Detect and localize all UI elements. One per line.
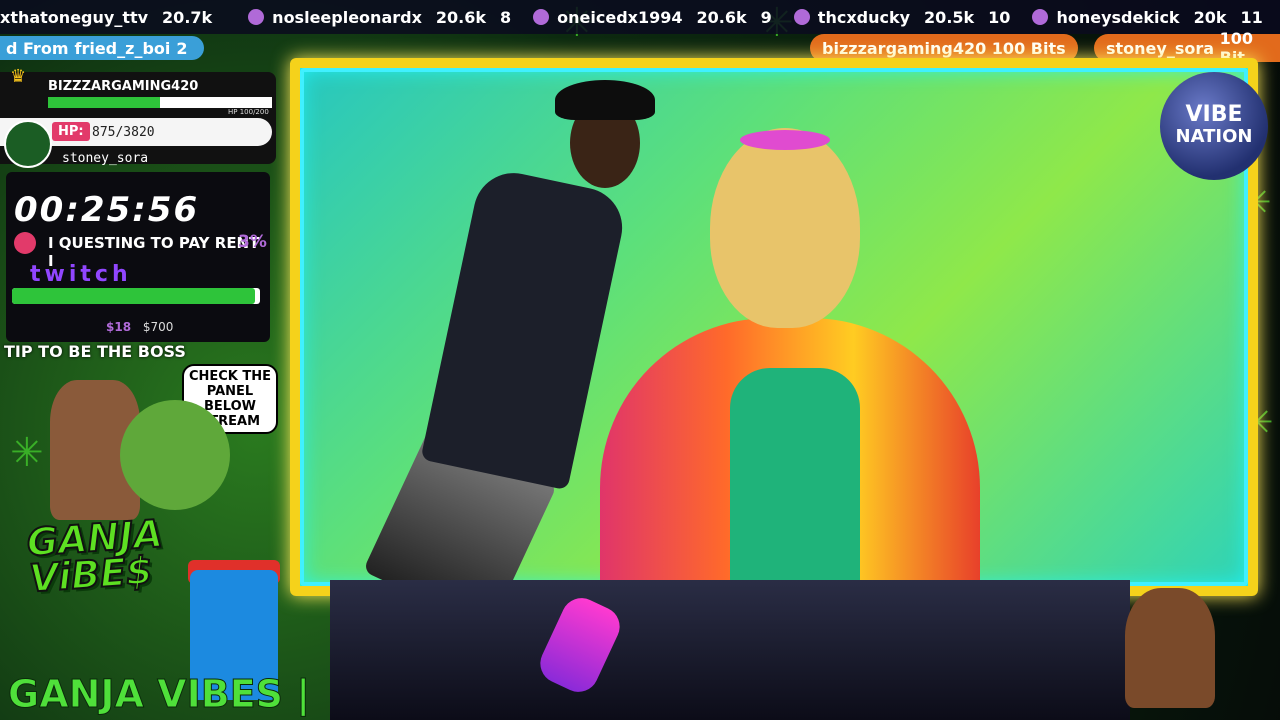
- timer-panel: 00:25:56 I QUESTING TO PAY RENT I 3% twi…: [6, 172, 270, 342]
- user-icon: [793, 9, 810, 25]
- ticker-item: xthatoneguy_ttv 20.7k: [0, 8, 226, 27]
- monk-shirt: [730, 368, 860, 586]
- ticker-user: xthatoneguy_ttv: [0, 7, 149, 27]
- ticker-value: 20.5k: [924, 7, 975, 27]
- ticker-rank: 11: [1240, 7, 1263, 27]
- ticker-item: thcxducky 20.5k 10: [793, 7, 1011, 27]
- quest-percent: 3%: [238, 232, 267, 252]
- top-ticker: xthatoneguy_ttv 20.7k nosleepleonardx 20.6k…: [0, 0, 1280, 34]
- player-name: BIZZZARGAMING420: [48, 79, 199, 94]
- twitch-logo: twitch: [30, 262, 132, 287]
- ticker-user: oneicedx1994: [557, 7, 683, 27]
- user-icon: [1032, 9, 1049, 25]
- stream-video-frame: [290, 58, 1258, 596]
- monk-robe: [600, 318, 980, 586]
- bits-amount: 100 Bits: [991, 38, 1066, 58]
- ticker-item: nosleepleonardx 20.6k 8: [248, 8, 511, 27]
- avatar: [4, 120, 52, 168]
- crown-icon: ♛: [10, 66, 27, 87]
- ticker-value: 20k: [1193, 7, 1227, 27]
- hp-panel: ♛ BIZZZARGAMING420 HP 100/200 HP: 875/38…: [0, 66, 276, 168]
- leaf-decoration: ✳: [10, 430, 44, 476]
- user-icon: [533, 9, 550, 25]
- hp-icon: HP:: [52, 122, 90, 141]
- desk: [330, 580, 1130, 720]
- monk-cap: [740, 130, 830, 150]
- ticker-value: 20.7k: [162, 7, 213, 27]
- streamer-body: [420, 165, 630, 491]
- ticker-item: honeysdekick 20k 11: [1032, 7, 1263, 27]
- ticker-item: oneicedx1994 20.6k 9: [533, 8, 772, 27]
- ticker-rank: 10: [988, 7, 1011, 27]
- hp-bar-fill: [48, 97, 160, 108]
- tiktok-icon: [14, 232, 36, 254]
- tip-text: TIP TO BE THE BOSS: [4, 342, 186, 361]
- streamer-head: [570, 98, 640, 188]
- raid-prefix: d From: [6, 38, 69, 58]
- goal-target: $700: [142, 320, 174, 334]
- ticker-value: 20.6k: [696, 7, 747, 27]
- ticker-user: thcxducky: [817, 7, 911, 27]
- user-icon: [248, 9, 265, 25]
- raid-banner: d From fried_z_boi 2: [0, 36, 204, 60]
- hp-value: 875/3820: [92, 125, 155, 140]
- vibe-nation-logo: VIBE NATION: [1160, 72, 1268, 180]
- bud-mascot: [120, 400, 230, 510]
- logo-line2: NATION: [1175, 126, 1253, 147]
- goal-bar: [12, 288, 260, 304]
- ticker-user: honeysdekick: [1056, 7, 1180, 27]
- mascot-character: [1125, 588, 1215, 708]
- streamer-legs: [362, 425, 558, 586]
- bits-user: bizzzargaming420: [822, 38, 987, 58]
- goal-current: $18: [106, 320, 132, 334]
- raid-user: fried_z_boi: [74, 38, 171, 58]
- goal-bar-fill: [12, 288, 256, 304]
- ticker-user: nosleepleonardx: [272, 7, 422, 27]
- hp-bar: [48, 97, 272, 108]
- hp-label: HP 100/200: [228, 108, 269, 116]
- ganja-vibes-footer: GANJA VIBES |: [7, 672, 311, 717]
- stream-timer: 00:25:56: [14, 190, 200, 230]
- bits-user: stoney_sora: [1106, 38, 1215, 58]
- raid-count: 2: [176, 38, 188, 58]
- goal-text: $18 $700: [106, 320, 173, 334]
- ticker-rank: 8: [500, 7, 512, 27]
- ticker-rank: 9: [760, 7, 772, 27]
- ticker-value: 20.6k: [435, 7, 487, 27]
- monk-head: [710, 128, 860, 328]
- logo-stacked-line2: ViBE$: [27, 547, 155, 601]
- streamer-hat: [555, 80, 655, 120]
- logo-line1: VIBE: [1185, 102, 1243, 127]
- ganja-vibes-logo: GANJA ViBE$: [24, 510, 167, 601]
- hp-username: stoney_sora: [62, 151, 149, 166]
